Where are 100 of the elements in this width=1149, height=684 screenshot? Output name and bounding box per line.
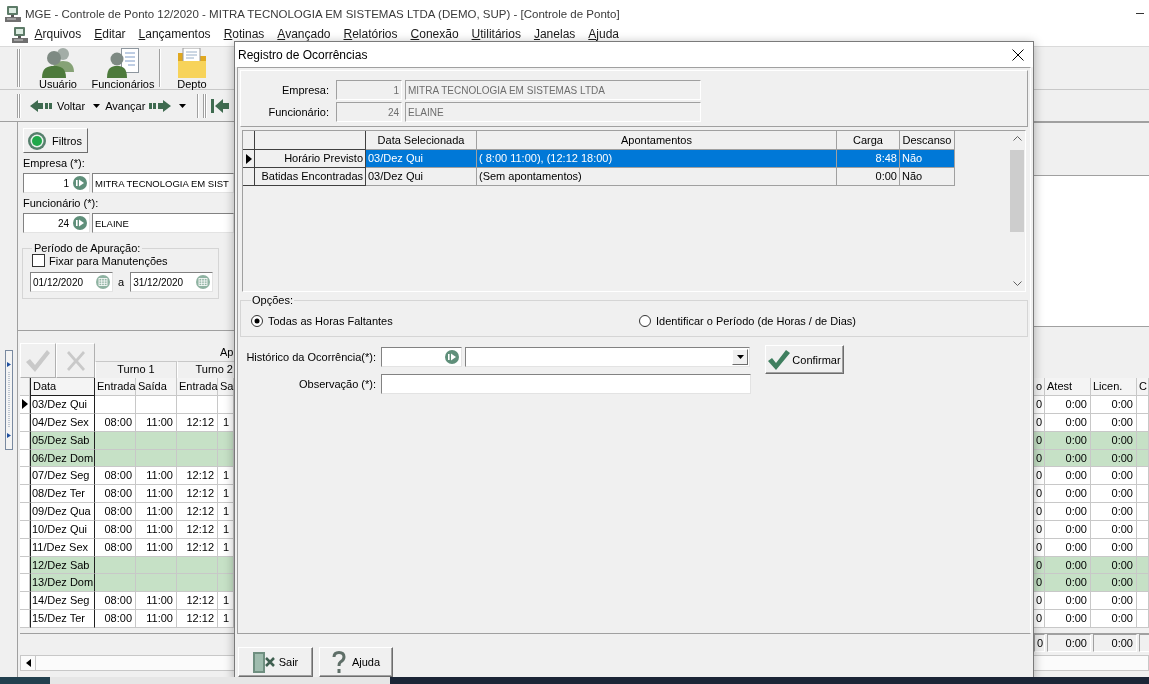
- table-cell: 1: [218, 503, 234, 521]
- table-cell: 12:12: [177, 503, 218, 521]
- name-field[interactable]: ELAINE: [92, 213, 234, 233]
- caret-icon[interactable]: [93, 104, 101, 108]
- menu-item[interactable]: Relatórios: [337, 28, 405, 41]
- column-header[interactable]: Apontamentos: [477, 131, 837, 150]
- table-cell: [136, 396, 177, 414]
- table-cell: 12:12: [177, 467, 218, 486]
- back-button[interactable]: Voltar: [30, 100, 86, 112]
- menu-item[interactable]: Rotinas: [217, 28, 271, 41]
- table-cell: 11:00: [136, 503, 177, 521]
- exit-button[interactable]: Sair: [238, 647, 313, 677]
- filter-button[interactable]: Filtros: [23, 128, 88, 153]
- scrollbar-thumb[interactable]: [1010, 150, 1024, 232]
- calendar-icon[interactable]: [96, 275, 110, 289]
- table-cell: 11:00: [136, 467, 177, 486]
- checkbox-label[interactable]: Fixar para Manutenções: [49, 254, 168, 267]
- menu-item[interactable]: Lançamentos: [132, 28, 218, 41]
- forward-button[interactable]: Avançar: [105, 100, 172, 112]
- table-cell: 12:12: [177, 485, 218, 504]
- circle-icon: [28, 131, 46, 150]
- menu-item[interactable]: Arquivos: [28, 28, 88, 41]
- table-cell: 0:00: [1091, 396, 1137, 414]
- grip-icon[interactable]: [203, 94, 208, 118]
- checkbox[interactable]: [32, 254, 45, 267]
- column-header[interactable]: Sa: [218, 378, 234, 396]
- radio-label[interactable]: Identificar o Período (de Horas / de Dias): [656, 315, 856, 327]
- table-cell: 03/Dez Qui: [30, 396, 95, 414]
- menu-item[interactable]: Janelas: [527, 28, 582, 41]
- table-cell: [1137, 610, 1149, 628]
- table-cell: [136, 574, 177, 593]
- users-icon: [42, 48, 74, 78]
- skip-start-icon[interactable]: [211, 99, 230, 113]
- table-cell: 08:00: [95, 503, 136, 521]
- grip-icon[interactable]: [17, 94, 21, 118]
- name-field[interactable]: MITRA TECNOLOGIA EM SIST: [92, 173, 234, 193]
- column-header[interactable]: Licen.: [1091, 378, 1137, 396]
- column-header[interactable]: Descanso: [900, 131, 955, 150]
- date-field[interactable]: 31/12/2020: [130, 272, 214, 292]
- table-cell: 0:00: [1091, 610, 1137, 628]
- pointer-icon: [246, 153, 252, 164]
- menu-item[interactable]: Ajuda: [581, 28, 626, 41]
- table-cell: 0:00: [1045, 610, 1091, 628]
- column-header[interactable]: Atest: [1045, 378, 1091, 396]
- group-title: Opções:: [251, 294, 294, 307]
- calendar-icon[interactable]: [196, 275, 211, 289]
- toolbar-button[interactable]: Usuário: [32, 48, 84, 90]
- radio-button[interactable]: [251, 315, 263, 327]
- menu-item[interactable]: Conexão: [404, 28, 466, 41]
- menu-item[interactable]: Editar: [87, 28, 133, 41]
- play-circle-icon[interactable]: [445, 350, 459, 364]
- column-header[interactable]: Saída: [136, 378, 177, 396]
- row-label: Horário Previsto: [255, 150, 366, 168]
- table-cell: [1137, 396, 1149, 414]
- table-cell: [1137, 592, 1149, 611]
- table-cell: 0:00: [1091, 485, 1137, 504]
- menu-item[interactable]: Utilitários: [465, 28, 528, 41]
- dropdown-field[interactable]: [465, 347, 750, 367]
- table-cell: 0:00: [1045, 503, 1091, 521]
- confirm-button[interactable]: Confirmar: [765, 345, 844, 374]
- code-field[interactable]: 24: [23, 213, 90, 233]
- play-circle-icon[interactable]: [73, 216, 87, 230]
- header-cell: [20, 378, 30, 396]
- radio-label[interactable]: Todas as Horas Faltantes: [268, 315, 393, 327]
- grip-icon[interactable]: [17, 49, 21, 87]
- help-button[interactable]: Ajuda: [319, 647, 393, 677]
- code-field[interactable]: 1: [23, 173, 90, 193]
- chevron-up-icon[interactable]: [1012, 136, 1022, 141]
- radio-button[interactable]: [639, 315, 651, 327]
- table-cell: 0:00: [1091, 574, 1137, 593]
- column-header[interactable]: Entrada: [177, 378, 218, 396]
- table-cell: [177, 574, 218, 593]
- menu-item[interactable]: Avançado: [270, 28, 337, 41]
- play-circle-icon[interactable]: [73, 176, 87, 190]
- cross-icon: [66, 350, 85, 371]
- app-icon[interactable]: [5, 5, 21, 22]
- row-header-cell[interactable]: [243, 150, 255, 168]
- date-field[interactable]: 01/12/2020: [30, 272, 113, 292]
- app-icon[interactable]: [12, 27, 28, 43]
- table-cell: 0:00: [1091, 592, 1137, 611]
- splitter-icon[interactable]: [5, 350, 13, 450]
- column-header[interactable]: Data: [30, 378, 95, 396]
- row-header-cell[interactable]: [243, 168, 255, 186]
- total-cell: 0:00: [1047, 633, 1091, 652]
- table-cell: 0:00: [837, 168, 900, 186]
- table-cell: 12:12: [177, 610, 218, 628]
- lookup-field[interactable]: [381, 347, 462, 367]
- column-header[interactable]: C: [1137, 378, 1149, 396]
- toolbar-button[interactable]: Funcionários: [89, 48, 157, 90]
- dropdown-button[interactable]: [732, 349, 748, 365]
- total-cell: 0: [1034, 633, 1045, 652]
- column-header[interactable]: Entrada: [95, 378, 136, 396]
- toolbar-button[interactable]: Depto: [172, 48, 212, 90]
- exit-icon: [252, 651, 275, 673]
- chevron-down-icon[interactable]: [1012, 281, 1022, 286]
- column-header[interactable]: Data Selecionada: [366, 131, 477, 150]
- caret-icon[interactable]: [179, 104, 187, 108]
- column-header[interactable]: Carga: [837, 131, 900, 150]
- table-cell: 8:48: [837, 150, 900, 168]
- text-field[interactable]: [381, 374, 751, 394]
